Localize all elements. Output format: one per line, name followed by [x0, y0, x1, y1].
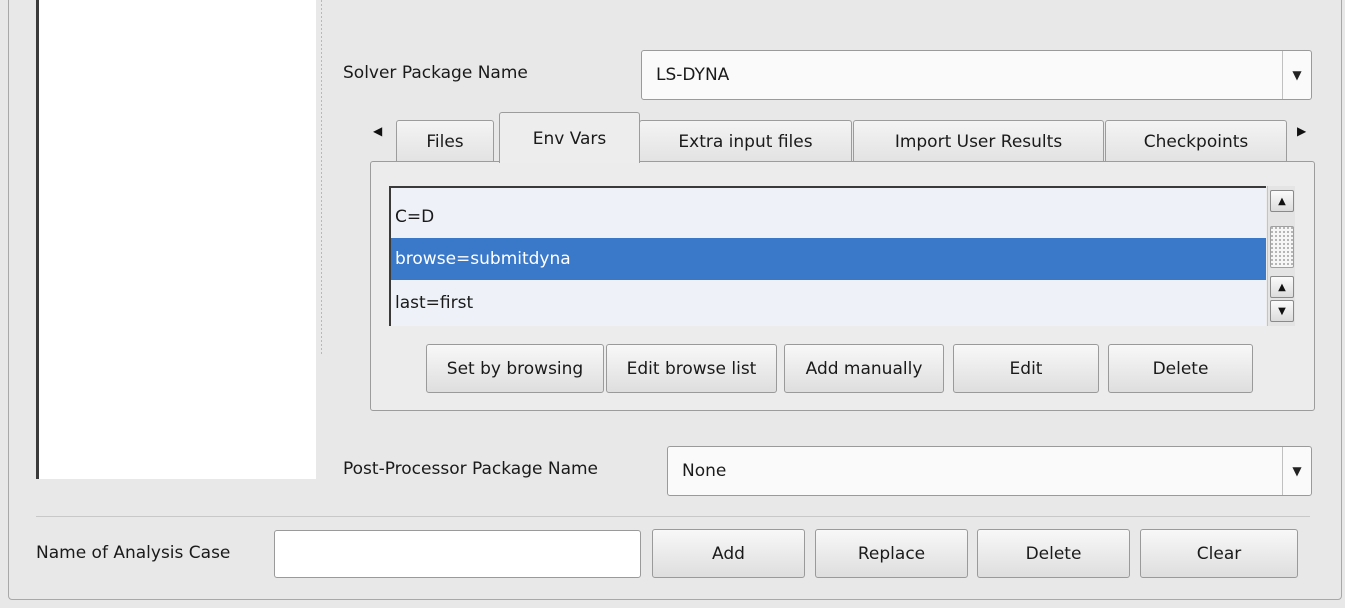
button-label: Add — [712, 543, 745, 564]
list-item[interactable]: last=first — [391, 282, 1266, 324]
tab-label: Env Vars — [532, 129, 607, 149]
tab-scroll-right-icon[interactable]: ▶ — [1297, 124, 1306, 138]
tab-extra-input-files[interactable]: Extra input files — [639, 120, 852, 162]
button-label: Edit — [1009, 358, 1043, 379]
list-item-selected[interactable]: browse=submitdyna — [391, 238, 1266, 280]
edit-button[interactable]: Edit — [953, 344, 1099, 393]
list-item-text: last=first — [395, 293, 474, 313]
list-item[interactable]: C=D — [391, 196, 1266, 238]
env-vars-list[interactable]: C=D browse=submitdyna last=first — [389, 186, 1266, 326]
button-label: Add manually — [805, 358, 923, 379]
tab-checkpoints[interactable]: Checkpoints — [1105, 120, 1287, 162]
clear-button[interactable]: Clear — [1140, 529, 1298, 578]
tab-env-vars[interactable]: Env Vars — [499, 112, 640, 163]
analysis-case-label: Name of Analysis Case — [36, 543, 231, 563]
dropdown-arrow-icon[interactable]: ▼ — [1282, 447, 1311, 495]
button-label: Set by browsing — [446, 358, 584, 379]
scroll-up-icon[interactable]: ▲ — [1270, 276, 1294, 298]
tab-label: Files — [426, 131, 464, 152]
list-scrollbar[interactable]: ▲ ▲ ▼ — [1267, 186, 1295, 326]
separator — [36, 516, 1310, 517]
add-button[interactable]: Add — [652, 529, 805, 578]
dropdown-arrow-icon[interactable]: ▼ — [1282, 51, 1311, 99]
left-list-panel[interactable] — [36, 0, 316, 479]
list-item-text: C=D — [395, 207, 435, 227]
solver-package-label: Solver Package Name — [343, 63, 528, 83]
scroll-down-icon[interactable]: ▼ — [1270, 300, 1294, 322]
set-by-browsing-button[interactable]: Set by browsing — [426, 344, 604, 393]
delete-button[interactable]: Delete — [977, 529, 1130, 578]
delete-env-var-button[interactable]: Delete — [1108, 344, 1253, 393]
panel-splitter[interactable] — [320, 0, 324, 355]
post-processor-label: Post-Processor Package Name — [343, 459, 599, 479]
button-label: Replace — [857, 543, 926, 564]
tab-label: Checkpoints — [1143, 131, 1249, 152]
replace-button[interactable]: Replace — [815, 529, 968, 578]
button-label: Delete — [1152, 358, 1209, 379]
tab-import-user-results[interactable]: Import User Results — [853, 120, 1104, 162]
tab-label: Extra input files — [678, 131, 813, 152]
solver-package-dropdown[interactable]: LS-DYNA ▼ — [641, 50, 1312, 100]
tab-label: Import User Results — [894, 131, 1063, 152]
scrollbar-thumb[interactable] — [1270, 226, 1294, 268]
scroll-up-icon[interactable]: ▲ — [1270, 190, 1294, 212]
button-label: Delete — [1025, 543, 1082, 564]
add-manually-button[interactable]: Add manually — [784, 344, 944, 393]
list-item-text: browse=submitdyna — [395, 249, 571, 269]
post-processor-value: None — [682, 461, 727, 481]
analysis-case-name-input[interactable] — [274, 530, 641, 578]
tab-scroll-left-icon[interactable]: ◀ — [373, 124, 382, 138]
button-label: Clear — [1196, 543, 1242, 564]
solver-package-value: LS-DYNA — [656, 65, 730, 85]
button-label: Edit browse list — [626, 358, 757, 379]
post-processor-dropdown[interactable]: None ▼ — [667, 446, 1312, 496]
edit-browse-list-button[interactable]: Edit browse list — [606, 344, 777, 393]
tab-files[interactable]: Files — [396, 120, 494, 162]
